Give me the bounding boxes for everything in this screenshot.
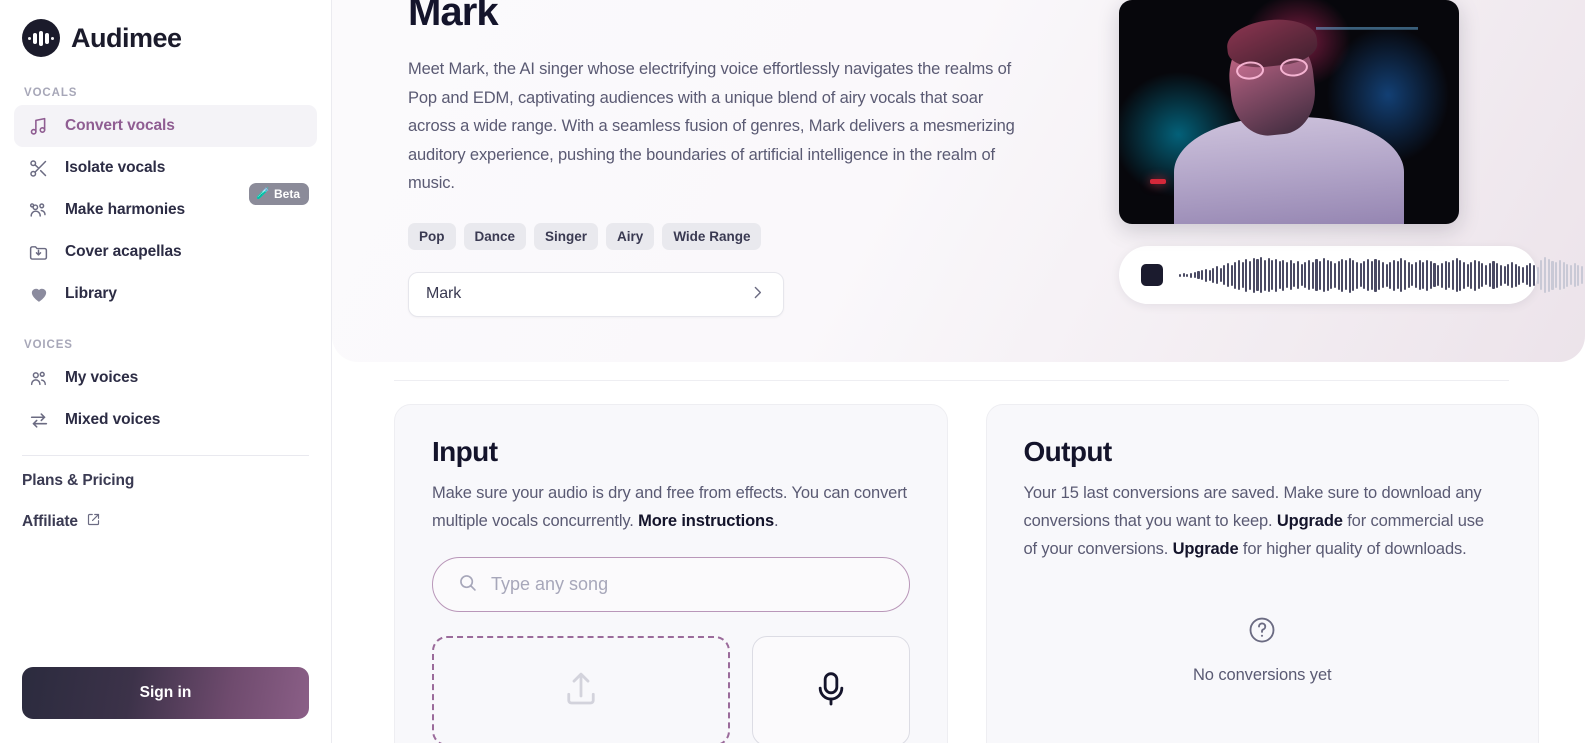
upgrade-link-commercial[interactable]: Upgrade [1277, 512, 1343, 530]
external-link-icon [86, 512, 101, 532]
io-panels: Input Make sure your audio is dry and fr… [332, 381, 1585, 743]
stop-square-icon[interactable] [1141, 264, 1163, 286]
voice-tag-list: Pop Dance Singer Airy Wide Range [408, 222, 1079, 250]
brand[interactable]: Audimee [22, 0, 309, 57]
music-note-icon [27, 115, 50, 138]
folder-download-icon [27, 241, 50, 264]
sidebar-item-label: Convert vocals [65, 117, 175, 134]
voice-tag[interactable]: Pop [408, 222, 456, 250]
input-card: Input Make sure your audio is dry and fr… [394, 404, 948, 743]
output-card-description: Your 15 last conversions are saved. Make… [1024, 479, 1502, 563]
upgrade-link-quality[interactable]: Upgrade [1173, 540, 1239, 558]
voice-hero-panel: Mark Meet Mark, the AI singer whose elec… [332, 0, 1585, 362]
output-card: Output Your 15 last conversions are save… [985, 404, 1539, 743]
audio-player [1119, 246, 1585, 304]
search-icon [457, 572, 478, 598]
sidebar-item-convert-vocals[interactable]: Convert vocals [14, 105, 317, 147]
voice-tag[interactable]: Singer [534, 222, 599, 250]
affiliate-link[interactable]: Affiliate [22, 512, 309, 532]
heart-icon [27, 283, 50, 306]
affiliate-label: Affiliate [22, 513, 78, 530]
hero-left-column: Mark Meet Mark, the AI singer whose elec… [408, 0, 1079, 362]
beta-badge-label: Beta [273, 187, 300, 201]
scissors-icon [27, 157, 50, 180]
voice-portrait-image [1119, 0, 1459, 224]
plans-and-pricing-link[interactable]: Plans & Pricing [22, 472, 309, 490]
sidebar-divider [22, 455, 309, 456]
sidebar-item-make-harmonies[interactable]: Make harmonies 🧪 Beta [14, 183, 317, 231]
chevron-right-icon [749, 284, 766, 304]
nav-group-label-voices: VOICES [24, 339, 73, 351]
sidebar-item-library[interactable]: Library [14, 273, 317, 315]
sidebar-item-label: Isolate vocals [65, 159, 166, 176]
input-actions-row [432, 636, 910, 743]
upload-icon [560, 668, 602, 715]
sidebar-item-label: Mixed voices [65, 411, 161, 428]
voice-selector-dropdown[interactable]: Mark [408, 271, 784, 317]
main-content: Mark Meet Mark, the AI singer whose elec… [332, 0, 1585, 743]
swap-arrows-icon [27, 409, 50, 432]
record-circle-icon [811, 669, 851, 714]
sidebar-item-label: Library [65, 285, 117, 302]
users-icon [27, 367, 50, 390]
sidebar-item-label: Make harmonies [65, 201, 186, 218]
test-tube-icon: 🧪 [256, 187, 270, 200]
output-desc-p3: for higher quality of downloads. [1238, 540, 1467, 558]
input-desc-tail: . [774, 512, 779, 530]
voice-tag[interactable]: Dance [463, 222, 527, 250]
sidebar: Audimee VOCALS Convert vocals Isolate vo… [0, 0, 332, 743]
sidebar-item-my-voices[interactable]: My voices [14, 357, 317, 399]
sidebar-item-cover-acapellas[interactable]: Cover acapellas [14, 231, 317, 273]
question-circle-icon [1024, 615, 1502, 650]
input-card-description: Make sure your audio is dry and free fro… [432, 479, 910, 535]
page-title: Mark [408, 0, 499, 34]
brand-name: Audimee [71, 22, 182, 53]
empty-state-message: No conversions yet [1192, 666, 1332, 684]
sign-in-button[interactable]: Sign in [22, 667, 309, 719]
record-button[interactable] [751, 636, 910, 743]
search-input[interactable] [491, 574, 885, 595]
file-dropzone[interactable] [432, 636, 730, 743]
audimee-waveform-logo-icon [22, 19, 60, 57]
voice-description: Meet Mark, the AI singer whose electrify… [408, 60, 1015, 192]
audio-waveform[interactable] [1179, 257, 1585, 293]
voice-tag[interactable]: Wide Range [662, 222, 762, 250]
output-card-title: Output [1023, 436, 1113, 467]
app-root: Audimee VOCALS Convert vocals Isolate vo… [0, 0, 1585, 743]
sidebar-item-label: My voices [65, 369, 139, 386]
beta-badge: 🧪 Beta [249, 183, 309, 205]
hero-right-column [1119, 0, 1585, 362]
voice-tag[interactable]: Airy [606, 222, 655, 250]
plans-and-pricing-label: Plans & Pricing [22, 472, 135, 489]
voice-selector-value: Mark [426, 285, 462, 302]
song-search-field[interactable] [432, 557, 910, 612]
sidebar-item-label: Cover acapellas [65, 243, 182, 260]
sidebar-item-mixed-voices[interactable]: Mixed voices [14, 399, 317, 441]
nav-group-label-vocals: VOCALS [24, 87, 78, 99]
group-users-icon [27, 199, 50, 222]
more-instructions-link[interactable]: More instructions [638, 512, 774, 530]
input-card-title: Input [432, 436, 498, 467]
output-empty-state: No conversions yet [1024, 615, 1502, 685]
